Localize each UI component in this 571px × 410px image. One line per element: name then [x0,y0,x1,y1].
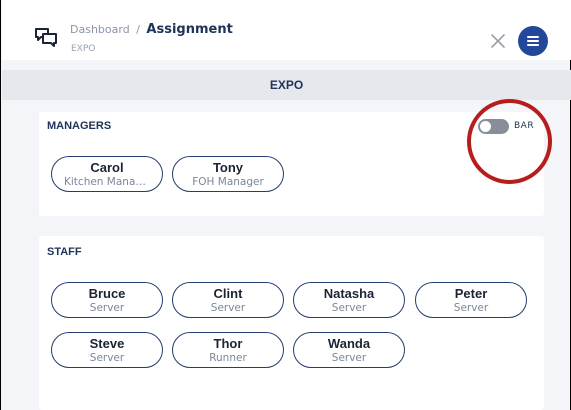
person-role: Server [453,302,489,314]
chat-bubbles-icon [35,28,57,47]
person-name: Thor [213,336,243,351]
person-name: Bruce [88,286,126,301]
menu-button[interactable] [518,26,548,56]
page-title: Assignment [146,22,233,37]
person-role: Server [331,302,367,314]
person-name: Steve [89,336,125,351]
app-frame: Dashboard / Assignment EXPO EXPO MANAGER… [0,0,571,410]
breadcrumb-separator: / [136,23,140,36]
staff-chip[interactable]: Wanda Server [293,332,405,368]
person-name: Tony [212,160,244,175]
person-role: Runner [209,352,247,364]
person-role: Kitchen Manager [64,176,153,188]
person-role: Server [331,352,367,364]
person-role: Server [89,352,125,364]
staff-chip[interactable]: Steve Server [51,332,163,368]
person-role: Server [89,302,125,314]
staff-title: STAFF [47,246,82,258]
staff-chip[interactable]: Peter Server [415,282,527,318]
staff-chip[interactable]: Clint Server [172,282,284,318]
header: Dashboard / Assignment EXPO [2,0,571,60]
breadcrumb-parent[interactable]: Dashboard [70,23,130,36]
page-subtitle: EXPO [71,44,96,54]
person-name: Peter [454,286,488,301]
close-icon[interactable] [490,33,506,49]
managers-title: MANAGERS [47,120,112,132]
hamburger-icon [527,36,539,38]
person-name: Carol [90,160,124,175]
person-name: Wanda [327,336,371,351]
person-name: Natasha [323,286,375,301]
section-header: EXPO [2,70,571,100]
staff-card: STAFF Bruce Server Clint Server Natasha … [39,236,544,410]
person-role: Server [210,302,246,314]
breadcrumb: Dashboard / Assignment [70,22,233,37]
staff-chip[interactable]: Thor Runner [172,332,284,368]
manager-chip[interactable]: Carol Kitchen Manager [51,156,163,192]
staff-chip[interactable]: Bruce Server [51,282,163,318]
person-name: Clint [213,286,243,301]
manager-chip[interactable]: Tony FOH Manager [172,156,284,192]
staff-chip[interactable]: Natasha Server [293,282,405,318]
annotation-circle [467,99,552,184]
person-role: FOH Manager [192,176,264,188]
